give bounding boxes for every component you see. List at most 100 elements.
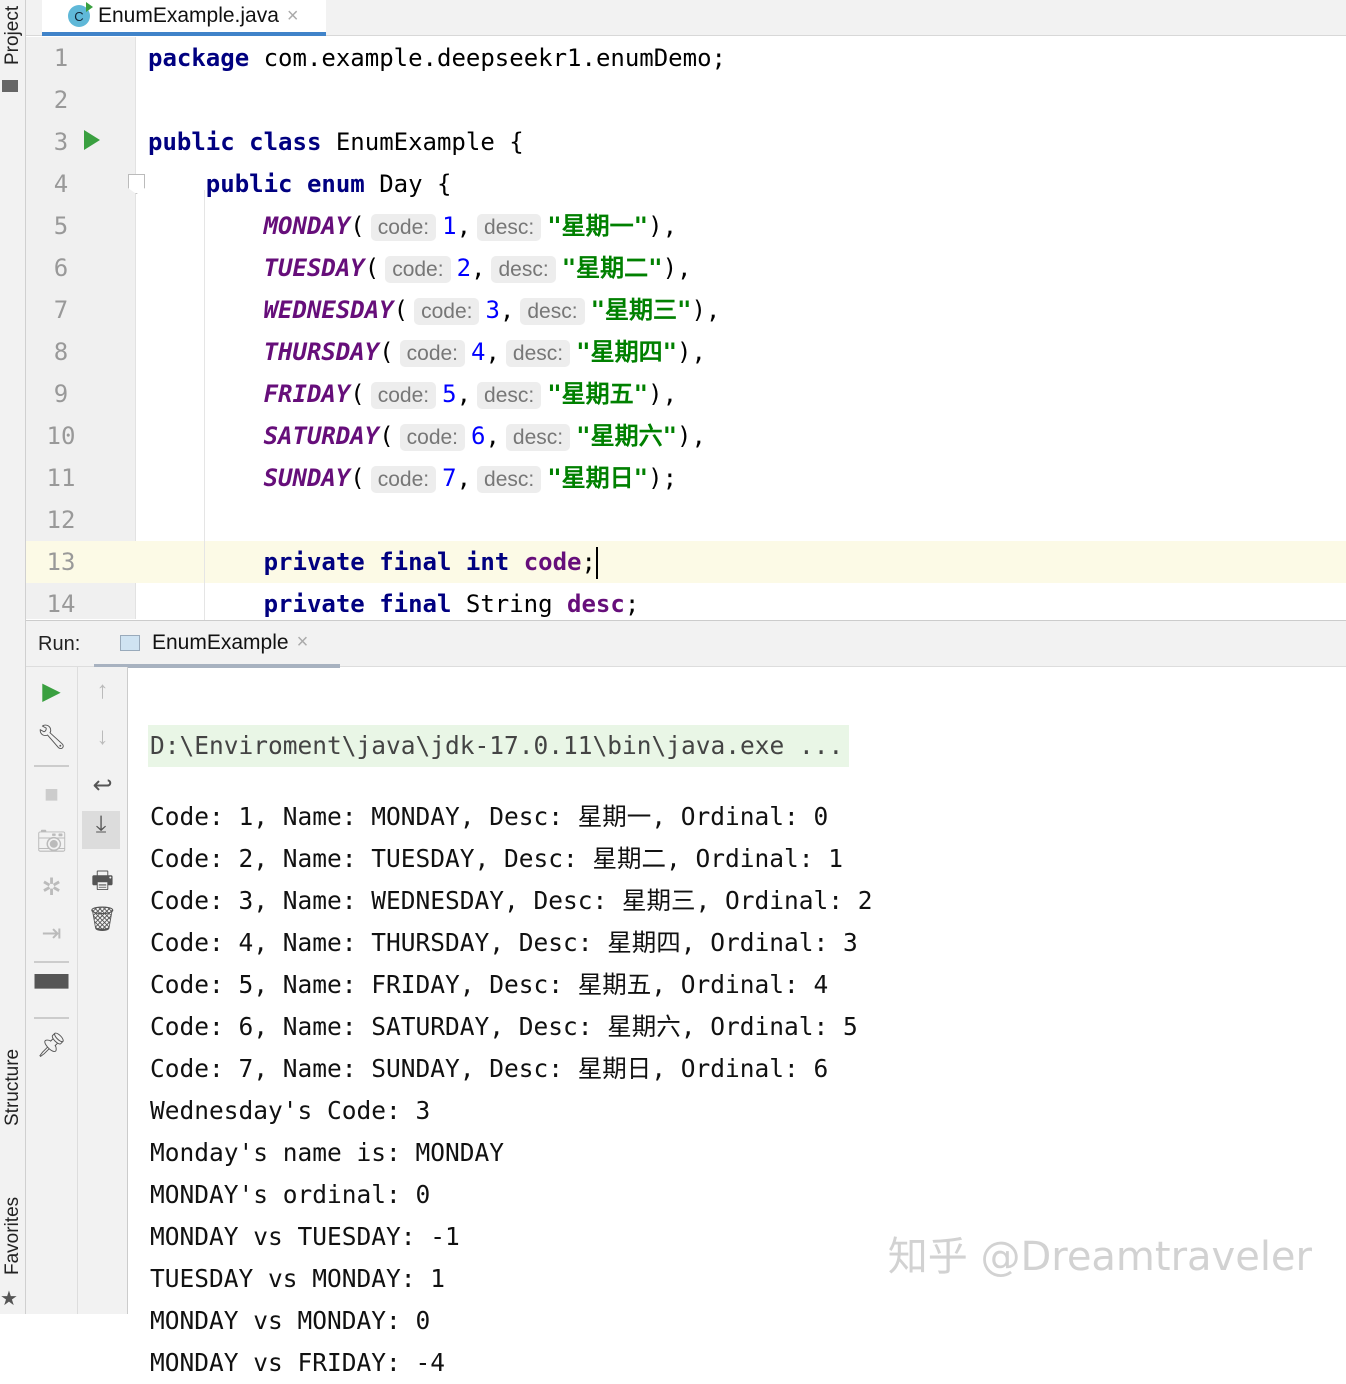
code-token: ); xyxy=(648,464,678,492)
code-line[interactable]: 3 public class EnumExample { xyxy=(26,121,1346,163)
code-text: private final int code; xyxy=(148,541,598,583)
print-icon[interactable]: 🖶 xyxy=(78,863,127,904)
file-tab-enumexample[interactable]: C EnumExample.java × xyxy=(42,0,326,36)
code-token: WEDNESDAY xyxy=(263,296,394,324)
pin-icon[interactable]: 📌︎ xyxy=(26,1031,77,1060)
code-token: 4 xyxy=(471,338,486,366)
inlay-hint: code: xyxy=(385,256,451,283)
trash-icon[interactable]: 🗑︎ xyxy=(78,905,127,934)
console-toolbar: ↑ ↓ ↩ ⤓ 🖶 🗑︎ xyxy=(78,667,128,1314)
code-line[interactable]: 12 xyxy=(26,499,1346,541)
code-token: 1 xyxy=(442,212,457,240)
code-token: "星期二" xyxy=(561,254,663,282)
debug-icon[interactable]: ✲ xyxy=(26,873,77,902)
code-line[interactable]: 10 SATURDAY(code: 6, desc: "星期六"), xyxy=(26,415,1346,457)
code-token: com.example.deepseekr1.enumDemo; xyxy=(249,44,726,72)
folder-icon xyxy=(2,80,18,92)
code-line[interactable]: 11 SUNDAY(code: 7, desc: "星期日"); xyxy=(26,457,1346,499)
project-tool-tab[interactable]: Project xyxy=(0,0,26,70)
code-line[interactable]: 14 private final String desc; xyxy=(26,583,1346,619)
code-line[interactable]: 7 WEDNESDAY(code: 3, desc: "星期三"), xyxy=(26,289,1346,331)
class-icon: C xyxy=(68,2,93,27)
code-editor[interactable]: 1 package com.example.deepseekr1.enumDemo… xyxy=(26,37,1346,619)
arrow-down-icon[interactable]: ↓ xyxy=(78,723,127,751)
console-output[interactable]: D:\Enviroment\java\jdk-17.0.11\bin\java.… xyxy=(148,667,873,1384)
code-line[interactable]: 5 MONDAY(code: 1, desc: "星期一"), xyxy=(26,205,1346,247)
arrow-up-icon[interactable]: ↑ xyxy=(78,677,127,705)
console-line: Code: 7, Name: SUNDAY, Desc: 星期日, Ordina… xyxy=(150,1054,829,1083)
code-token: ( xyxy=(379,422,394,450)
code-text: public class EnumExample { xyxy=(148,121,524,163)
code-token: Day { xyxy=(364,170,452,198)
code-token: TUESDAY xyxy=(263,254,365,282)
soft-wrap-icon[interactable]: ↩ xyxy=(78,771,127,800)
console-line: MONDAY vs MONDAY: 0 xyxy=(150,1306,431,1335)
line-number: 10 xyxy=(46,422,76,450)
code-text: private final String desc; xyxy=(148,583,640,619)
code-text: MONDAY(code: 1, desc: "星期一"), xyxy=(148,205,677,249)
code-token: , xyxy=(471,254,486,282)
run-gutter-icon[interactable] xyxy=(84,130,100,150)
code-token: ), xyxy=(662,254,692,282)
code-line[interactable]: 6 TUESDAY(code: 2, desc: "星期二"), xyxy=(26,247,1346,289)
code-token: "星期五" xyxy=(547,380,649,408)
code-token: , xyxy=(499,296,515,324)
code-token: MONDAY xyxy=(263,212,351,240)
code-token: EnumExample { xyxy=(321,128,524,156)
favorites-tool-tab[interactable]: Favorites xyxy=(0,1190,26,1282)
rerun-icon[interactable]: ▶ xyxy=(26,677,77,706)
code-token: "星期三" xyxy=(590,296,692,324)
line-number: 11 xyxy=(46,464,76,492)
code-token: SUNDAY xyxy=(263,464,351,492)
structure-tool-tab[interactable]: Structure xyxy=(0,1040,26,1135)
stop-icon[interactable]: ■ xyxy=(26,781,77,809)
console-command-line[interactable]: D:\Enviroment\java\jdk-17.0.11\bin\java.… xyxy=(148,725,850,767)
code-token: THURSDAY xyxy=(263,338,380,366)
inlay-hint: desc: xyxy=(520,298,585,325)
run-toolbar: ▶ 🔧︎ ■ 📷︎ ✲ ⇥ ▀▀ 📌︎ xyxy=(26,667,78,1314)
exit-icon[interactable]: ⇥ xyxy=(26,919,77,948)
code-text: SATURDAY(code: 6, desc: "星期六"), xyxy=(148,415,706,459)
code-token: ; xyxy=(581,548,596,576)
code-text: THURSDAY(code: 4, desc: "星期四"), xyxy=(148,331,706,375)
code-token: ( xyxy=(350,380,365,408)
code-line[interactable]: 8 THURSDAY(code: 4, desc: "星期四"), xyxy=(26,331,1346,373)
code-token: package xyxy=(148,44,250,72)
wrench-icon[interactable]: 🔧︎ xyxy=(26,723,77,752)
code-text: WEDNESDAY(code: 3, desc: "星期三"), xyxy=(148,289,720,333)
code-line[interactable]: 4 public enum Day { xyxy=(26,163,1346,205)
console-line: Code: 4, Name: THURSDAY, Desc: 星期四, Ordi… xyxy=(150,928,858,957)
code-token: ), xyxy=(677,422,706,450)
code-token: 6 xyxy=(471,422,486,450)
code-token: "星期六" xyxy=(576,422,678,450)
line-number: 1 xyxy=(53,44,69,72)
scroll-to-end-icon[interactable]: ⤓ xyxy=(82,811,120,849)
code-token: code xyxy=(523,548,582,576)
layout-icon[interactable]: ▀▀ xyxy=(26,975,77,1003)
line-number: 7 xyxy=(53,296,69,324)
code-line[interactable]: 9 FRIDAY(code: 5, desc: "星期五"), xyxy=(26,373,1346,415)
close-icon[interactable]: × xyxy=(297,631,309,654)
run-tab-label: EnumExample xyxy=(152,630,289,654)
close-icon[interactable]: × xyxy=(287,5,299,28)
code-token: "星期一" xyxy=(547,212,649,240)
code-token: ( xyxy=(350,464,365,492)
console-line: MONDAY vs TUESDAY: -1 xyxy=(150,1222,460,1251)
camera-icon[interactable]: 📷︎ xyxy=(26,827,77,856)
code-token: public enum xyxy=(205,170,365,198)
code-token: ( xyxy=(364,254,380,282)
code-line[interactable]: 13 private final int code; xyxy=(26,541,1346,583)
editor-tab-bar: C EnumExample.java × xyxy=(26,0,1346,36)
code-token: ), xyxy=(648,380,678,408)
run-tab-enumexample[interactable]: EnumExample × xyxy=(94,621,340,668)
code-line[interactable]: 1 package com.example.deepseekr1.enumDemo… xyxy=(26,37,1346,79)
code-token: , xyxy=(485,422,500,450)
code-line[interactable]: 2 xyxy=(26,79,1346,121)
